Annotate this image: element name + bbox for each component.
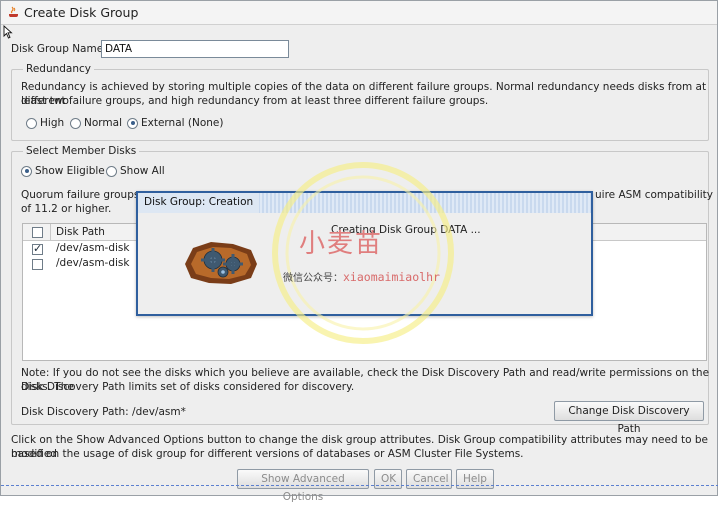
bottom-dashed-border xyxy=(1,485,718,489)
radio-external-indicator xyxy=(127,117,138,129)
radio-normal-label: Normal xyxy=(84,117,122,129)
quorum-text-line2: of 11.2 or higher. xyxy=(21,203,112,215)
radio-show-eligible-label: Show Eligible xyxy=(35,165,105,177)
dialog-title-bar: Disk Group: Creation xyxy=(138,193,591,213)
redundancy-description-line2: different failure groups, and high redun… xyxy=(21,95,489,107)
row-checkbox[interactable] xyxy=(32,242,43,255)
gear-progress-icon xyxy=(185,242,257,284)
radio-normal[interactable]: Normal xyxy=(70,117,122,129)
watermark-sub-label: 微信公众号： xyxy=(283,273,343,284)
quorum-text-left: Quorum failure groups xyxy=(21,189,140,201)
quorum-text-right: uire ASM compatibility xyxy=(595,189,714,201)
dialog-title: Disk Group: Creation xyxy=(138,193,260,213)
create-disk-group-window: Create Disk Group Disk Group Name Redund… xyxy=(0,0,718,503)
mouse-cursor-icon xyxy=(3,25,13,39)
redundancy-legend: Redundancy xyxy=(23,63,94,75)
radio-show-eligible-indicator xyxy=(21,165,32,177)
radio-high-label: High xyxy=(40,117,65,129)
radio-show-eligible[interactable]: Show Eligible xyxy=(21,165,105,177)
title-bar: Create Disk Group xyxy=(1,1,717,25)
watermark-handle: xiaomaimiaolhr xyxy=(343,270,440,284)
radio-external[interactable]: External (None) xyxy=(127,117,224,129)
disk-path-cell: /dev/asm-disk xyxy=(56,257,130,269)
discovery-note-line2: Disk Discovery Path limits set of disks … xyxy=(21,381,355,393)
radio-high[interactable]: High xyxy=(26,117,64,129)
disk-path-cell: /dev/asm-disk xyxy=(56,242,130,254)
watermark-title: 小麦苗 xyxy=(299,229,384,259)
select-all-cell xyxy=(23,224,51,241)
select-all-checkbox[interactable] xyxy=(32,227,43,238)
window-title: Create Disk Group xyxy=(24,5,139,20)
watermark-subtitle: 微信公众号：xiaomaimiaolhr xyxy=(283,269,440,284)
radio-external-label: External (None) xyxy=(141,117,224,129)
radio-show-all-indicator xyxy=(106,165,117,177)
column-header-disk-path[interactable]: Disk Path xyxy=(56,226,105,238)
disk-group-name-label: Disk Group Name xyxy=(11,43,104,55)
disk-group-name-input[interactable] xyxy=(101,40,289,58)
discovery-path-text: Disk Discovery Path: /dev/asm* xyxy=(21,406,186,418)
app-java-icon xyxy=(8,6,18,17)
radio-high-indicator xyxy=(26,117,37,129)
advanced-info-line2: based on the usage of disk group for dif… xyxy=(11,448,524,460)
row-checkbox[interactable] xyxy=(32,259,43,270)
radio-show-all-label: Show All xyxy=(120,165,165,177)
change-discovery-path-button[interactable]: Change Disk Discovery Path xyxy=(554,401,704,435)
radio-show-all[interactable]: Show All xyxy=(106,165,165,177)
member-disks-legend: Select Member Disks xyxy=(23,145,140,157)
radio-normal-indicator xyxy=(70,117,81,129)
